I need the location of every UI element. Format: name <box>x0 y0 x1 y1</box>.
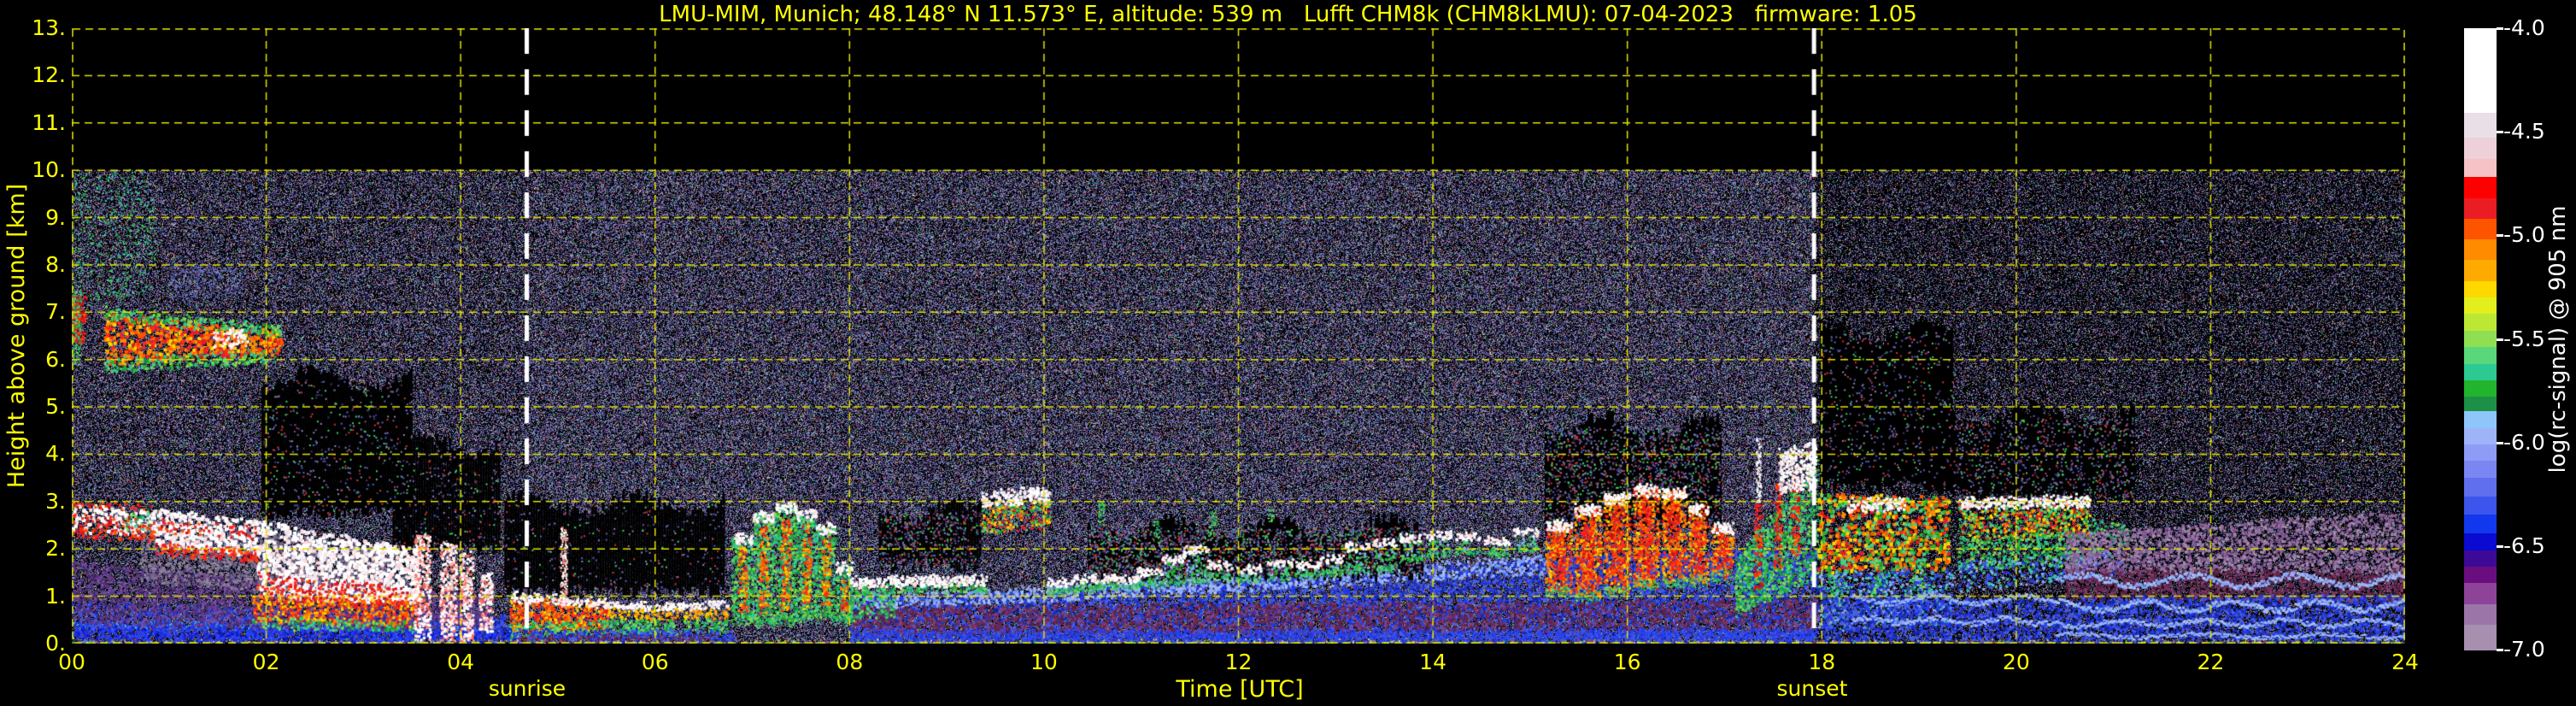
x-tick-label: 12 <box>1224 650 1253 674</box>
x-tick-label: 16 <box>1613 650 1641 674</box>
colorbar-tick <box>2497 441 2503 444</box>
y-tick-label: 2. <box>45 536 66 562</box>
colorbar-label: log(rc-signal) @ 905 nm <box>2545 205 2571 474</box>
x-tick-label: 06 <box>641 650 669 674</box>
y-tick-label: 12. <box>32 62 66 88</box>
y-tick-label: 13. <box>32 15 66 40</box>
colorbar-segment <box>2464 461 2497 479</box>
y-tick-label: 10. <box>32 157 66 183</box>
colorbar-segment <box>2464 583 2497 605</box>
ceilometer-figure: LMU-MIM, Munich; 48.148° N 11.573° E, al… <box>0 0 2576 706</box>
colorbar-segment <box>2464 138 2497 160</box>
colorbar-tick <box>2497 544 2503 548</box>
x-tick-label: 14 <box>1419 650 1446 674</box>
colorbar-segment <box>2464 533 2497 551</box>
x-tick-label: 04 <box>447 650 475 674</box>
y-tick-label: 11. <box>32 109 66 135</box>
colorbar-segment <box>2464 28 2497 115</box>
colorbar-segment <box>2464 347 2497 365</box>
colorbar-segment <box>2464 260 2497 282</box>
x-tick-label: 10 <box>1030 650 1058 674</box>
sunrise-label: sunrise <box>488 676 566 701</box>
colorbar-segment <box>2464 397 2497 413</box>
colorbar-segment <box>2464 515 2497 535</box>
x-tick-label: 22 <box>2197 650 2225 674</box>
colorbar-segment <box>2464 197 2497 220</box>
colorbar-segment <box>2464 239 2497 262</box>
colorbar-segment <box>2464 379 2497 398</box>
x-axis-label: Time [UTC] <box>1176 676 1304 703</box>
colorbar-segment <box>2464 158 2497 179</box>
colorbar-segment <box>2464 477 2497 497</box>
colorbar-tick <box>2497 649 2503 651</box>
backscatter-heatmap-canvas <box>72 28 2405 644</box>
x-tick-label: 00 <box>58 650 85 674</box>
y-tick-label: 3. <box>45 488 66 514</box>
chart-title: LMU-MIM, Munich; 48.148° N 11.573° E, al… <box>659 2 1917 27</box>
colorbar-segment <box>2464 280 2497 298</box>
colorbar-segment <box>2464 314 2497 332</box>
colorbar-segment <box>2464 550 2497 568</box>
y-tick-label: 1. <box>45 583 66 609</box>
x-tick-label: 24 <box>2391 650 2419 674</box>
colorbar-tick <box>2497 234 2503 238</box>
colorbar-tick-label: -7.0 <box>2503 637 2545 662</box>
x-tick-label: 02 <box>252 650 280 674</box>
colorbar-segment <box>2464 363 2497 381</box>
colorbar-gradient <box>2464 27 2503 651</box>
sunset-label: sunset <box>1776 676 1848 701</box>
colorbar-segment <box>2464 297 2497 315</box>
colorbar-segment <box>2464 177 2497 199</box>
x-tick-label: 18 <box>1808 650 1836 674</box>
colorbar-segment <box>2464 330 2497 348</box>
x-tick-label: 08 <box>836 650 864 674</box>
colorbar-segment <box>2464 567 2497 585</box>
colorbar-segment <box>2464 603 2497 626</box>
colorbar-segment <box>2464 113 2497 139</box>
colorbar-segment <box>2464 218 2497 240</box>
colorbar-segment <box>2464 624 2497 650</box>
colorbar-tick <box>2497 338 2503 341</box>
colorbar-tick-label: -4.0 <box>2503 15 2545 40</box>
colorbar-segment <box>2464 427 2497 445</box>
colorbar-segment <box>2464 411 2497 429</box>
colorbar-tick <box>2497 131 2503 134</box>
colorbar-segment <box>2464 444 2497 462</box>
colorbar-segment <box>2464 496 2497 516</box>
colorbar-tick <box>2497 27 2503 30</box>
y-axis-label: Height above ground [km] <box>3 183 30 489</box>
x-tick-label: 20 <box>2002 650 2030 674</box>
